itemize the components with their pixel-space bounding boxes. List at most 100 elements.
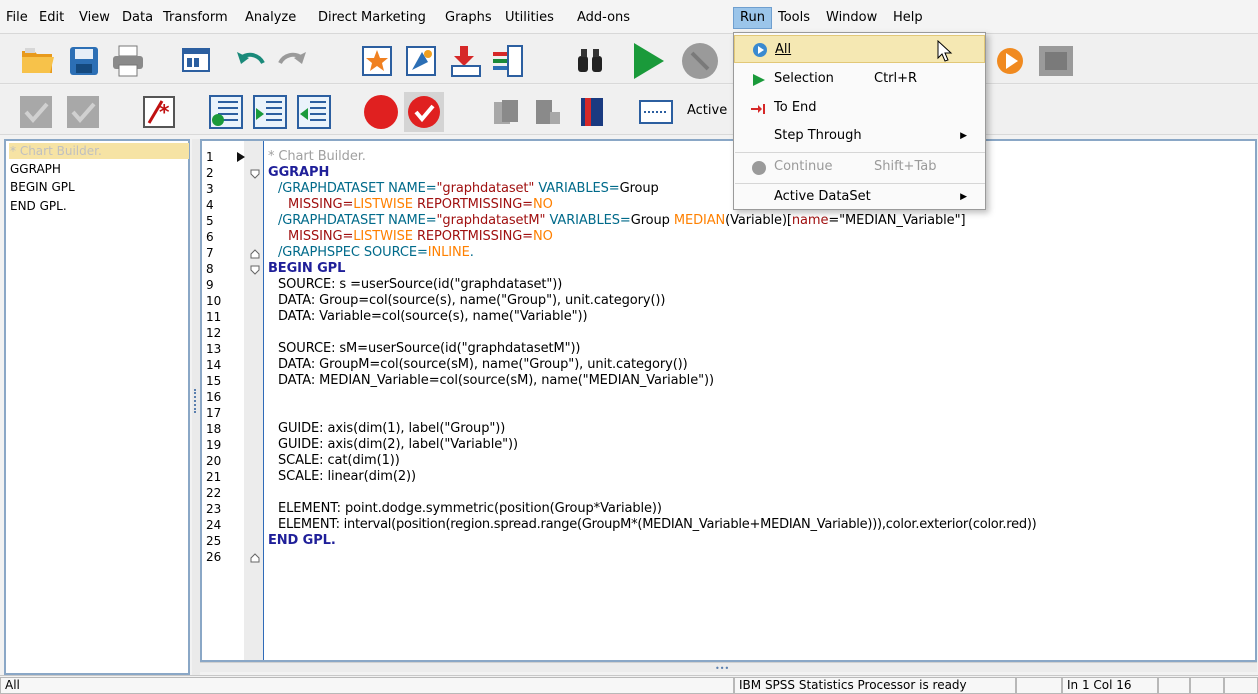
menu-graphs[interactable]: Graphs <box>445 10 492 26</box>
svg-text:*: * <box>159 100 170 124</box>
line-number: 3 <box>206 182 214 196</box>
line-number: 8 <box>206 262 214 276</box>
menu-help[interactable]: Help <box>893 10 923 26</box>
save-icon[interactable] <box>64 41 104 81</box>
media-icon[interactable] <box>992 41 1032 81</box>
nav-item-end-gpl[interactable]: END GPL. <box>10 198 67 214</box>
menu-view[interactable]: View <box>79 10 110 26</box>
run-continue-label: Continue <box>774 159 833 174</box>
fold-close-icon[interactable] <box>250 553 260 563</box>
run-step-through-item[interactable]: Step Through ▶ <box>734 122 985 150</box>
indent-syntax-icon[interactable] <box>206 92 246 132</box>
run-selection-shortcut: Ctrl+R <box>874 71 918 86</box>
clear-breakpoints-icon[interactable] <box>404 92 444 132</box>
menu-tools[interactable]: Tools <box>778 10 810 26</box>
run-active-dataset-item[interactable]: Active DataSet ▶ <box>734 183 985 211</box>
menu-transform[interactable]: Transform <box>163 10 228 26</box>
play-icon <box>753 74 765 86</box>
status-cell-empty <box>1016 677 1062 694</box>
syntax-editor[interactable]: 1 2 3 4 5 6 7 8 9 10 11 12 13 14 15 16 1… <box>200 139 1257 662</box>
line-number: 25 <box>206 534 222 548</box>
indent-left-icon[interactable] <box>294 92 334 132</box>
toggle-comment-icon[interactable]: * <box>139 92 179 132</box>
line-number: 15 <box>206 374 222 388</box>
menu-data[interactable]: Data <box>122 10 153 26</box>
line-number: 21 <box>206 470 222 484</box>
open-folder-icon[interactable] <box>18 41 58 81</box>
code-line-graphspec: /GRAPHSPEC SOURCE=INLINE. <box>278 245 474 260</box>
line-number: 14 <box>206 358 222 372</box>
run-selection-icon[interactable] <box>628 41 668 81</box>
menu-window[interactable]: Window <box>826 10 877 26</box>
run-selection-label: Selection <box>774 71 834 86</box>
fold-close-icon[interactable] <box>250 249 260 259</box>
submenu-arrow-icon: ▶ <box>960 192 967 202</box>
line-number: 1 <box>206 150 214 164</box>
status-cell-empty <box>1158 677 1190 694</box>
code-line: GUIDE: axis(dim(1), label("Group")) <box>278 421 506 436</box>
menu-file[interactable]: File <box>6 10 28 26</box>
code-line: GUIDE: axis(dim(2), label("Variable")) <box>278 437 518 452</box>
line-number: 18 <box>206 422 222 436</box>
dialog-recall-icon[interactable] <box>176 41 216 81</box>
find-binoculars-icon[interactable] <box>570 41 610 81</box>
code-line: SOURCE: sM=userSource(id("graphdatasetM"… <box>278 341 581 356</box>
menu-run[interactable]: Run <box>733 7 772 29</box>
line-number-gutter: 1 2 3 4 5 6 7 8 9 10 11 12 13 14 15 16 1… <box>202 141 264 660</box>
run-selection-item[interactable]: Selection Ctrl+R <box>734 65 985 93</box>
run-to-end-item[interactable]: To End <box>734 94 985 122</box>
run-menu-dropdown: All Selection Ctrl+R To End Step Through… <box>733 32 986 210</box>
redo-icon[interactable] <box>272 41 312 81</box>
fold-open-icon[interactable] <box>250 169 260 179</box>
code-line: SCALE: linear(dim(2)) <box>278 469 416 484</box>
line-number: 10 <box>206 294 222 308</box>
designate-window-icon[interactable] <box>1036 41 1076 81</box>
indent-right-icon[interactable] <box>250 92 290 132</box>
insert-variable-icon[interactable] <box>488 41 528 81</box>
run-all-item[interactable]: All <box>734 35 985 63</box>
bookmark-icon[interactable] <box>486 92 526 132</box>
code-line-graphdataset-m: /GRAPHDATASET NAME="graphdatasetM" VARIA… <box>278 213 966 228</box>
book-icon[interactable] <box>572 92 612 132</box>
nav-item-ggraph[interactable]: GGRAPH <box>10 161 61 177</box>
code-line-begin-gpl: BEGIN GPL <box>268 261 346 276</box>
toolbar-syntax: * Active <box>0 85 1258 135</box>
comment-check-icon[interactable] <box>16 92 56 132</box>
status-processor: IBM SPSS Statistics Processor is ready <box>734 677 1016 694</box>
line-number: 9 <box>206 278 214 292</box>
insert-cases-icon[interactable] <box>446 41 486 81</box>
code-line-missing: MISSING=LISTWISE REPORTMISSING=NO <box>288 197 553 212</box>
menu-add-ons[interactable]: Add-ons <box>577 10 630 26</box>
next-bookmark-icon[interactable] <box>528 92 568 132</box>
print-icon[interactable] <box>108 41 148 81</box>
uncomment-check-icon[interactable] <box>63 92 103 132</box>
menu-edit[interactable]: Edit <box>39 10 64 26</box>
menu-bar: File Edit View Data Transform Analyze Di… <box>0 0 1258 34</box>
horizontal-splitter[interactable]: ••• <box>200 662 1257 673</box>
code-line: SCALE: cat(dim(1)) <box>278 453 400 468</box>
undo-icon[interactable] <box>231 41 271 81</box>
nav-item-begin-gpl[interactable]: BEGIN GPL <box>10 179 75 195</box>
run-continue-item[interactable]: Continue Shift+Tab <box>734 153 985 181</box>
menu-direct-marketing[interactable]: Direct Marketing <box>318 10 426 26</box>
line-number: 7 <box>206 246 214 260</box>
menu-analyze[interactable]: Analyze <box>245 10 296 26</box>
stop-processor-icon[interactable] <box>680 41 720 81</box>
nav-item-chart-builder[interactable]: * Chart Builder. <box>9 143 189 159</box>
menu-utilities[interactable]: Utilities <box>505 10 554 26</box>
fold-open-icon[interactable] <box>250 265 260 275</box>
active-dataset-icon <box>636 92 676 132</box>
run-active-dataset-label: Active DataSet <box>774 189 871 204</box>
run-all-label: All <box>775 42 792 57</box>
breakpoint-icon[interactable] <box>361 92 401 132</box>
submenu-arrow-icon: ▶ <box>960 131 967 141</box>
to-end-icon <box>751 104 765 114</box>
variables-icon[interactable] <box>401 41 441 81</box>
line-number: 22 <box>206 486 222 500</box>
code-line: ELEMENT: point.dodge.symmetric(position(… <box>278 501 662 516</box>
goto-case-icon[interactable] <box>357 41 397 81</box>
run-all-icon <box>753 43 767 57</box>
code-line-comment: * Chart Builder. <box>268 149 366 164</box>
code-line: ELEMENT: interval(position(region.spread… <box>278 517 1037 532</box>
pane-splitter[interactable] <box>192 139 200 675</box>
